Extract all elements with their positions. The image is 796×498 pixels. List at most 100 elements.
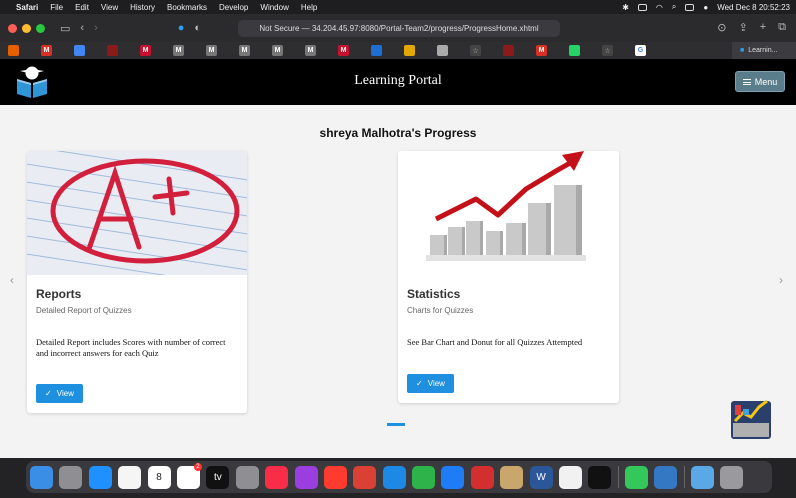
- m-icon[interactable]: M: [173, 45, 184, 56]
- settings-icon[interactable]: [235, 465, 259, 489]
- whatsapp-icon[interactable]: [569, 45, 580, 56]
- gmail-icon[interactable]: M: [41, 45, 52, 56]
- m-icon[interactable]: M: [206, 45, 217, 56]
- learning-portal-favicon: ■: [740, 47, 745, 54]
- launchpad-icon[interactable]: [59, 465, 83, 489]
- preview-icon[interactable]: [500, 465, 524, 489]
- chrome-icon[interactable]: [559, 465, 583, 489]
- site-icon[interactable]: [107, 45, 118, 56]
- macos-menubar: Safari File Edit View History Bookmarks …: [0, 0, 796, 14]
- menu-bookmarks[interactable]: Bookmarks: [167, 3, 207, 12]
- dock-separator: [617, 466, 619, 488]
- dock: 8 tv W: [26, 461, 772, 493]
- menu-window[interactable]: Window: [260, 3, 288, 12]
- tab-overview-icon[interactable]: ⧉: [778, 21, 786, 34]
- minimize-window-button[interactable]: [22, 23, 31, 33]
- menu-history[interactable]: History: [130, 3, 155, 12]
- folder-icon[interactable]: [690, 465, 714, 489]
- menu-develop[interactable]: Develop: [219, 3, 248, 12]
- m-icon[interactable]: M: [239, 45, 250, 56]
- appletv-icon[interactable]: tv: [206, 465, 230, 489]
- learn-icon[interactable]: [371, 45, 382, 56]
- facetime-icon[interactable]: [624, 465, 648, 489]
- statistics-subtitle: Charts for Quizzes: [407, 306, 474, 315]
- portal-navbar: Learning Portal Menu: [0, 59, 796, 105]
- appstore-icon[interactable]: [441, 465, 465, 489]
- bluetooth-icon[interactable]: ✱: [622, 3, 629, 12]
- mcgraw-icon[interactable]: M: [338, 45, 349, 56]
- menu-button-label: Menu: [754, 76, 778, 87]
- carousel-prev-arrow[interactable]: ‹: [10, 273, 14, 287]
- site-icon[interactable]: [503, 45, 514, 56]
- download-icon[interactable]: ⊙: [717, 21, 726, 34]
- statistics-title: Statistics: [407, 287, 461, 301]
- music-icon[interactable]: [265, 465, 289, 489]
- docs-icon[interactable]: [74, 45, 85, 56]
- firefox-icon[interactable]: [8, 45, 19, 56]
- statistics-description: See Bar Chart and Donut for all Quizzes …: [407, 337, 583, 347]
- finder-icon[interactable]: [30, 465, 53, 489]
- active-tab-title: Learnin...: [748, 47, 778, 54]
- menu-edit[interactable]: Edit: [75, 3, 89, 12]
- reports-view-label: View: [56, 389, 74, 398]
- mcgraw-icon[interactable]: M: [140, 45, 151, 56]
- star-icon[interactable]: ☆: [602, 45, 613, 56]
- menu-help[interactable]: Help: [301, 3, 317, 12]
- menu-button[interactable]: Menu: [735, 71, 785, 92]
- reports-card: Reports Detailed Report of Quizzes Detai…: [27, 151, 247, 413]
- close-window-button[interactable]: [8, 23, 17, 33]
- clock[interactable]: Wed Dec 8 20:52:23: [717, 3, 790, 12]
- privacy-shield-icon[interactable]: ◐: [194, 22, 201, 34]
- sidebar-icon[interactable]: ▭: [60, 22, 70, 35]
- calendar-icon[interactable]: 8: [147, 465, 171, 489]
- statistics-card: Statistics Charts for Quizzes See Bar Ch…: [398, 151, 619, 403]
- chart-widget-icon[interactable]: [729, 393, 773, 441]
- carousel-next-arrow[interactable]: ›: [779, 273, 783, 287]
- star-icon[interactable]: ☆: [470, 45, 481, 56]
- new-tab-icon[interactable]: +: [760, 21, 766, 34]
- reports-view-button[interactable]: ✓ View: [36, 384, 83, 403]
- pdf-icon[interactable]: [470, 465, 494, 489]
- menu-safari[interactable]: Safari: [16, 3, 38, 12]
- active-tab[interactable]: ■ Learnin...: [732, 42, 796, 59]
- reminders-icon[interactable]: [176, 462, 202, 489]
- brand-title[interactable]: Learning Portal: [0, 73, 796, 89]
- gmail-icon[interactable]: M: [536, 45, 547, 56]
- share-icon[interactable]: ⇪: [738, 21, 747, 34]
- menu-file[interactable]: File: [50, 3, 63, 12]
- safari-toolbar: ▭ ‹ › ● ◐ Not Secure — 34.204.45.97:8080…: [0, 14, 796, 42]
- news-icon[interactable]: [323, 465, 347, 489]
- hazard-icon[interactable]: [404, 45, 415, 56]
- battery-icon[interactable]: [637, 3, 647, 11]
- forward-icon[interactable]: ›: [94, 22, 98, 34]
- check-icon: ✓: [416, 379, 423, 388]
- keynote-icon[interactable]: [382, 465, 406, 489]
- grade-a-plus-image: [27, 151, 247, 275]
- back-icon[interactable]: ‹: [80, 22, 84, 34]
- safari-icon[interactable]: [88, 465, 112, 489]
- statistics-view-button[interactable]: ✓ View: [407, 374, 454, 393]
- tool-icon[interactable]: [437, 45, 448, 56]
- word-icon[interactable]: W: [529, 465, 553, 489]
- zoom-window-button[interactable]: [36, 23, 45, 33]
- menu-view[interactable]: View: [101, 3, 118, 12]
- m-icon[interactable]: M: [272, 45, 283, 56]
- spotlight-icon[interactable]: ⌕: [672, 2, 676, 12]
- dock-separator: [683, 466, 685, 488]
- m-icon[interactable]: M: [305, 45, 316, 56]
- favorites-bar: M M M M M M M M ☆ M ☆ G ■ Learnin...: [0, 42, 796, 59]
- siri-icon[interactable]: ●: [703, 3, 708, 12]
- numbers-icon[interactable]: [412, 465, 436, 489]
- todoist-icon[interactable]: [353, 465, 377, 489]
- photos-icon[interactable]: [118, 465, 142, 489]
- control-center-icon[interactable]: [685, 3, 695, 11]
- terminal-icon[interactable]: [588, 465, 612, 489]
- extension-icon[interactable]: ●: [178, 22, 185, 34]
- address-bar[interactable]: Not Secure — 34.204.45.97:8080/Portal-Te…: [238, 20, 560, 37]
- trash-icon[interactable]: [719, 465, 743, 489]
- podcasts-icon[interactable]: [294, 465, 318, 489]
- google-icon[interactable]: G: [635, 45, 646, 56]
- carousel-indicator[interactable]: [387, 423, 405, 426]
- contacts-icon[interactable]: [654, 465, 678, 489]
- wifi-icon[interactable]: ◠: [656, 3, 663, 12]
